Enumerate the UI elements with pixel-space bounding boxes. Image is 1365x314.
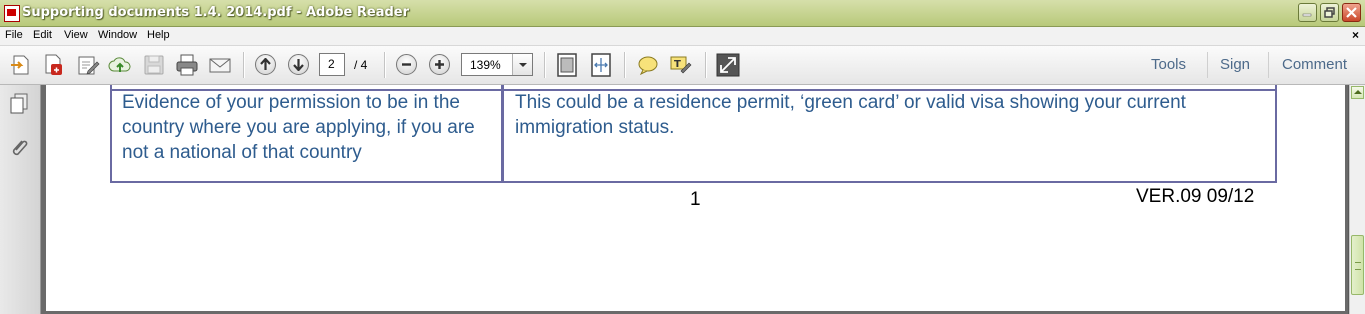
full-screen-icon[interactable] [716,53,740,77]
toolbar-separator [384,52,386,78]
version-label: VER.09 09/12 [1136,186,1255,207]
page-total-label: / 4 [354,58,368,72]
minimize-icon [1302,13,1312,17]
zoom-out-icon [402,63,411,66]
toolbar-separator [544,52,546,78]
vertical-scrollbar[interactable] [1349,85,1365,314]
menu-view[interactable]: View [64,29,88,41]
fit-width-icon[interactable] [589,53,613,77]
create-pdf-icon[interactable] [42,53,66,77]
menu-file[interactable]: File [5,29,23,41]
restore-button[interactable] [1320,3,1339,22]
pages-icon[interactable] [8,93,30,115]
tools-pane-button[interactable]: Tools [1151,56,1186,73]
attachment-icon[interactable] [8,137,30,159]
title-bar: Supporting documents 1.4. 2014.pdf - Ado… [0,0,1365,27]
navigation-pane [0,85,41,314]
print-icon[interactable] [175,53,199,77]
next-page-icon [293,59,304,71]
menu-edit[interactable]: Edit [33,29,52,41]
table-cell-description: This could be a residence permit, ‘green… [515,92,1186,138]
scroll-up-button[interactable] [1351,86,1364,99]
toolbar-separator [705,52,707,78]
menu-window[interactable]: Window [98,29,137,41]
comment-pane-button[interactable]: Comment [1282,56,1347,73]
page-number-input[interactable]: 2 [319,53,345,76]
zoom-select[interactable]: 139% [461,53,533,76]
sign-pane-button[interactable]: Sign [1220,56,1250,73]
fit-page-icon[interactable] [555,53,579,77]
pdf-page: Evidence of your permission to be in the… [46,85,1345,311]
next-page-button[interactable] [288,54,309,75]
toolbar-separator [624,52,626,78]
menu-help[interactable]: Help [147,29,170,41]
table-cell-document-type: Evidence of your permission to be in the… [122,92,475,163]
adobe-pdf-icon [4,5,20,22]
zoom-in-icon [435,60,444,69]
toolbar-separator [1207,52,1208,78]
toolbar-separator [1268,52,1269,78]
zoom-value: 139% [470,58,501,72]
open-icon[interactable] [9,53,33,77]
sticky-note-icon[interactable] [636,53,660,77]
edit-icon[interactable] [76,53,100,77]
restore-icon [1324,7,1335,18]
chevron-down-icon[interactable] [512,54,532,75]
previous-page-icon [260,58,271,70]
window-title: Supporting documents 1.4. 2014.pdf - Ado… [22,5,410,20]
document-view[interactable]: Evidence of your permission to be in the… [41,85,1348,314]
table-column-divider [501,85,504,181]
minimize-button[interactable] [1298,3,1317,22]
zoom-out-button[interactable] [396,54,417,75]
svg-text:T: T [674,59,681,70]
close-icon [1346,7,1357,18]
menu-bar: File Edit View Window Help × [0,27,1365,46]
cloud-upload-icon[interactable] [108,53,132,77]
page-number: 1 [690,189,701,210]
email-icon[interactable] [208,53,232,77]
toolbar-separator [243,52,245,78]
save-icon[interactable] [142,53,166,77]
close-button[interactable] [1342,3,1361,22]
zoom-in-button[interactable] [429,54,450,75]
previous-page-button[interactable] [255,54,276,75]
highlight-text-icon[interactable]: T [669,53,693,77]
close-document-icon[interactable]: × [1352,28,1359,42]
scroll-thumb[interactable] [1351,235,1364,295]
